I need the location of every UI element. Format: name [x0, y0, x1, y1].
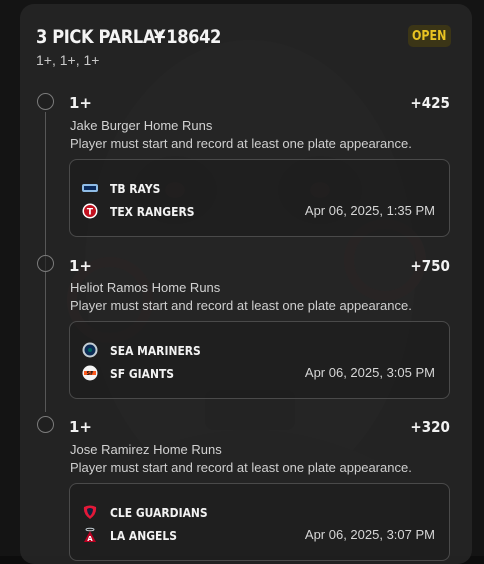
parlay-title: 3 PICK PARLAY	[36, 26, 165, 48]
leg-rule: Player must start and record at least on…	[70, 298, 412, 313]
rangers-logo-icon: T	[82, 203, 98, 219]
mariners-logo-icon	[82, 342, 98, 358]
game-time: Apr 06, 2025, 1:35 PM	[304, 203, 435, 218]
status-badge-label: OPEN	[412, 28, 447, 44]
team-name: TEX RANGERS	[110, 203, 195, 219]
team-name: LA ANGELS	[110, 527, 177, 543]
guardians-logo-icon	[83, 505, 97, 519]
leg-status-circle-icon	[37, 255, 54, 272]
game-time: Apr 06, 2025, 3:05 PM	[304, 365, 435, 380]
team-name: SEA MARINERS	[110, 342, 201, 358]
leg-odds: +320	[410, 418, 450, 436]
parlay-lines-summary: 1+, 1+, 1+	[36, 52, 100, 68]
leg-odds: +750	[410, 257, 450, 275]
team-name: CLE GUARDIANS	[110, 504, 208, 520]
game-time: Apr 06, 2025, 3:07 PM	[304, 527, 435, 542]
leg-market: Jose Ramirez Home Runs	[70, 442, 222, 457]
leg-line: 1+	[69, 94, 93, 112]
team-row: SF SF GIANTS	[82, 365, 184, 381]
angels-logo-icon: A	[84, 527, 96, 543]
leg-rule: Player must start and record at least on…	[70, 460, 412, 475]
leg-rule: Player must start and record at least on…	[70, 136, 412, 151]
leg-market: Heliot Ramos Home Runs	[70, 280, 221, 295]
giants-logo-icon: SF	[82, 365, 98, 381]
leg-line: 1+	[69, 418, 93, 436]
svg-text:SF: SF	[86, 371, 93, 377]
leg-odds: +425	[410, 94, 450, 112]
leg-status-circle-icon	[37, 416, 54, 433]
leg-market: Jake Burger Home Runs	[70, 118, 213, 133]
game-box[interactable]: TB RAYS T TEX RANGERS Apr 06, 2025, 1:35…	[69, 159, 450, 237]
svg-text:T: T	[87, 208, 94, 218]
team-name: TB RAYS	[110, 180, 161, 196]
status-badge: OPEN	[408, 25, 451, 47]
svg-text:A: A	[87, 535, 93, 543]
team-row: SEA MARINERS	[82, 342, 216, 358]
team-row: A LA ANGELS	[82, 527, 188, 543]
game-box[interactable]: CLE GUARDIANS A LA ANGELS Apr 06, 2025, …	[69, 483, 450, 561]
parlay-odds: +18642	[153, 26, 221, 48]
team-row: T TEX RANGERS	[82, 203, 208, 219]
game-box[interactable]: SEA MARINERS SF SF GIANTS Apr 06, 2025, …	[69, 321, 450, 399]
team-row: TB RAYS	[82, 180, 169, 196]
rays-logo-icon	[82, 184, 98, 192]
team-row: CLE GUARDIANS	[82, 504, 224, 520]
leg-status-circle-icon	[37, 93, 54, 110]
team-name: SF GIANTS	[110, 365, 175, 381]
leg-line: 1+	[69, 257, 93, 275]
